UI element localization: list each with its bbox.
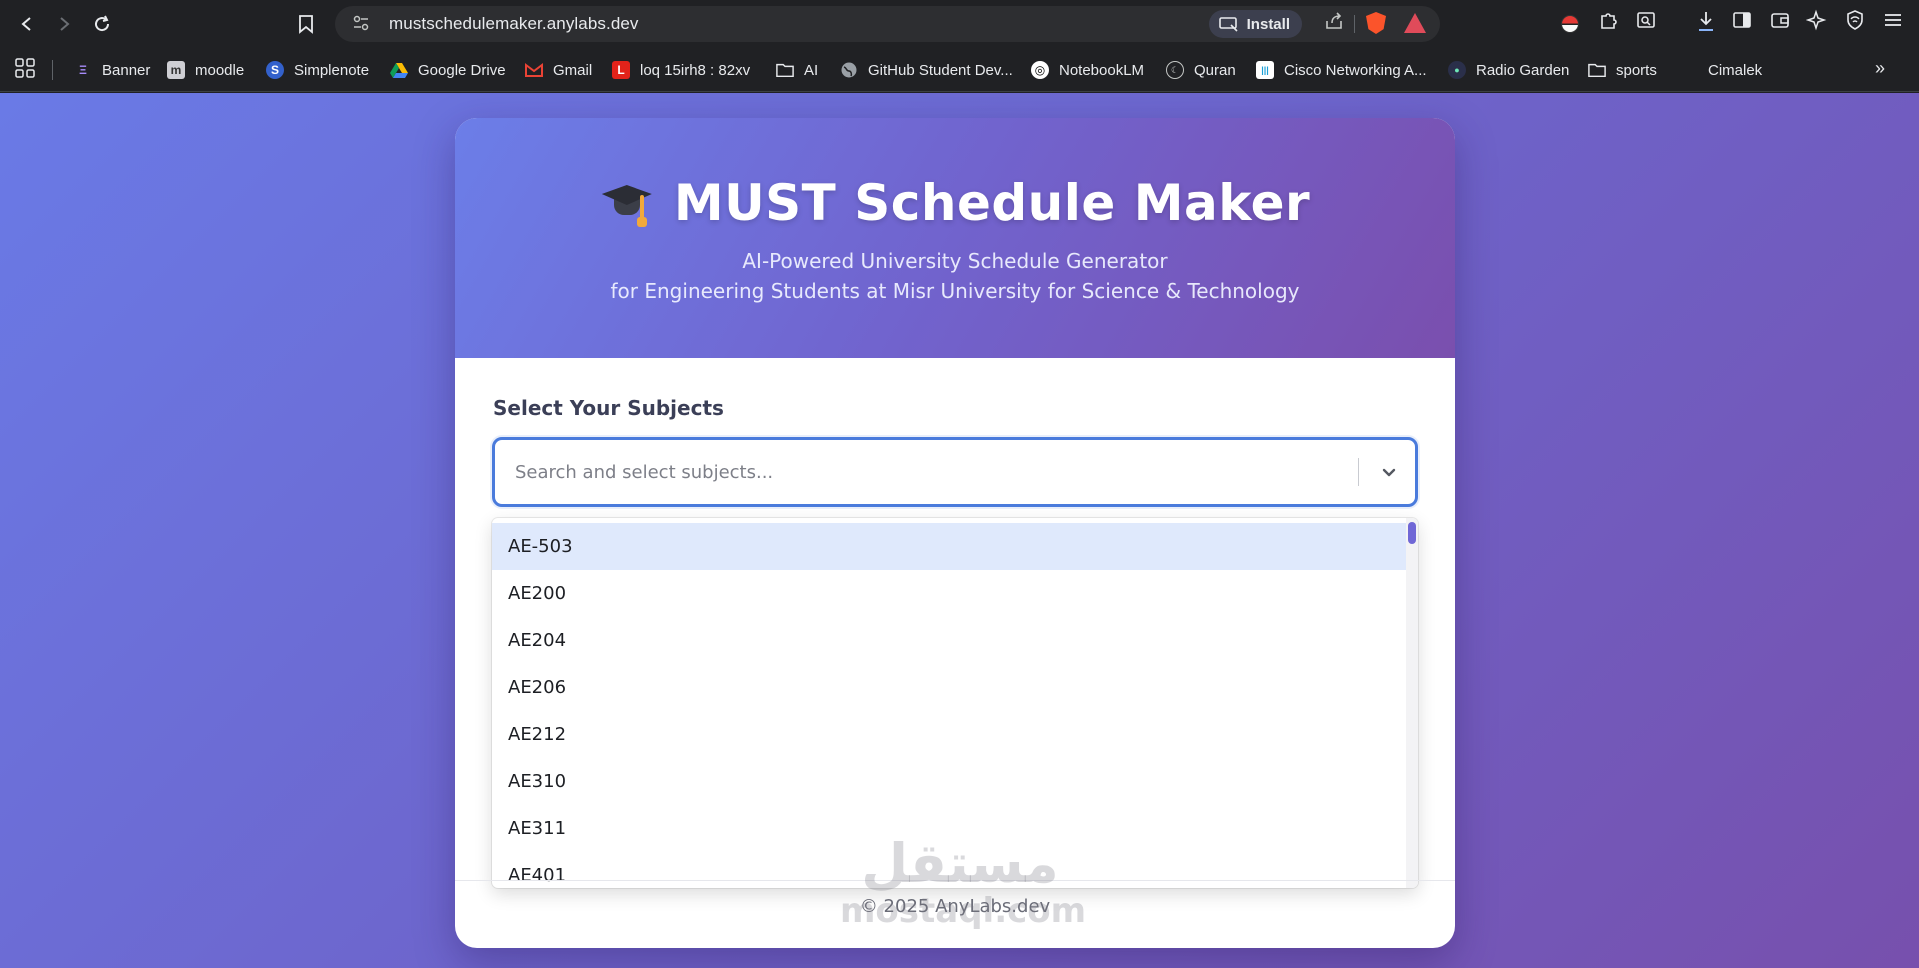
bookmarks-bar: Ξ Banner m moodle S Simplenote Google Dr…	[0, 48, 1919, 92]
subtitle-line-2: for Engineering Students at Misr Univers…	[610, 279, 1300, 303]
menu-icon[interactable]	[1879, 9, 1907, 37]
folder-icon	[776, 61, 794, 79]
main-card: MUST Schedule Maker AI-Powered Universit…	[455, 118, 1455, 948]
dropdown-scrollbar-thumb[interactable]	[1408, 522, 1416, 544]
brave-shields-icon[interactable]	[1366, 12, 1386, 34]
brave-rewards-icon[interactable]	[1404, 13, 1426, 33]
google-drive-icon	[390, 61, 408, 79]
bookmark-quran[interactable]: ☾ Quran	[1166, 58, 1236, 82]
subject-option[interactable]: AE200	[492, 570, 1406, 617]
hero-header: MUST Schedule Maker AI-Powered Universit…	[455, 118, 1455, 358]
bookmark-folder-sports[interactable]: sports	[1588, 58, 1657, 82]
gmail-icon	[525, 61, 543, 79]
folder-icon	[1588, 61, 1606, 79]
chevron-right-icon	[60, 17, 70, 31]
reload-button[interactable]	[84, 6, 120, 42]
reload-icon	[95, 15, 110, 32]
hero-title-row: MUST Schedule Maker	[455, 174, 1455, 232]
forward-button[interactable]	[46, 6, 82, 42]
bookmark-page-button[interactable]	[288, 6, 324, 42]
bookmark-notebooklm[interactable]: ◎ NotebookLM	[1031, 58, 1144, 82]
page-background: MUST Schedule Maker AI-Powered Universit…	[0, 93, 1919, 968]
bookmarks-overflow-chevron-icon[interactable]: »	[1875, 58, 1885, 79]
subjects-dropdown-menu: AE-503 AE200 AE204 AE206 AE212 AE310 AE3…	[492, 518, 1418, 888]
globe-icon	[840, 61, 858, 79]
page-title: MUST Schedule Maker	[673, 174, 1311, 232]
bookmark-cisco[interactable]: ||| Cisco Networking A...	[1256, 58, 1427, 82]
chevron-left-icon	[21, 17, 31, 31]
bookmark-icon	[299, 15, 313, 34]
bookmark-moodle[interactable]: m moodle	[167, 58, 244, 82]
install-label: Install	[1246, 15, 1290, 33]
quran-icon: ☾	[1166, 61, 1184, 79]
bookmark-radio-garden[interactable]: ● Radio Garden	[1448, 58, 1569, 82]
reader-mode-icon[interactable]	[1632, 9, 1660, 37]
subject-option[interactable]: AE206	[492, 664, 1406, 711]
leo-ai-icon[interactable]	[1803, 9, 1831, 37]
apps-grid-icon[interactable]	[14, 57, 38, 81]
notebooklm-icon: ◎	[1031, 61, 1049, 79]
back-button[interactable]	[9, 6, 45, 42]
install-app-button[interactable]: Install	[1208, 10, 1302, 38]
vpn-shield-icon[interactable]	[1841, 9, 1869, 37]
bookmark-lenovo[interactable]: L loq 15irh8 : 82xv	[612, 58, 750, 82]
select-indicator-separator	[1358, 458, 1359, 486]
bookmark-github-student[interactable]: GitHub Student Dev...	[840, 58, 1013, 82]
subject-option[interactable]: AE310	[492, 758, 1406, 805]
extensions-puzzle-icon[interactable]	[1595, 9, 1623, 37]
site-settings-icon[interactable]	[347, 15, 375, 34]
subjects-options-list: AE-503 AE200 AE204 AE206 AE212 AE310 AE3…	[492, 523, 1406, 888]
wallet-icon[interactable]	[1766, 9, 1794, 37]
simplenote-icon: S	[266, 61, 284, 79]
subject-option[interactable]: AE401	[492, 852, 1406, 888]
url-text: mustschedulemaker.anylabs.dev	[389, 14, 639, 33]
subject-option[interactable]: AE311	[492, 805, 1406, 852]
subjects-select[interactable]	[492, 437, 1418, 507]
lenovo-icon: L	[612, 61, 630, 79]
banner-icon: Ξ	[79, 63, 87, 77]
cisco-icon: |||	[1256, 61, 1274, 79]
bookmarks-divider	[52, 60, 53, 80]
radio-garden-icon: ●	[1448, 61, 1466, 79]
address-bar[interactable]: mustschedulemaker.anylabs.dev Install	[335, 6, 1440, 42]
browser-toolbar: mustschedulemaker.anylabs.dev Install	[0, 0, 1919, 48]
chevron-down-icon	[1382, 468, 1396, 477]
bookmark-google-drive[interactable]: Google Drive	[390, 58, 506, 82]
bookmark-gmail[interactable]: Gmail	[525, 58, 592, 82]
downloads-icon[interactable]	[1692, 9, 1720, 37]
share-icon	[1326, 12, 1342, 29]
subtitle-line-1: AI-Powered University Schedule Generator	[742, 249, 1168, 273]
pokeball-extension-icon[interactable]	[1561, 15, 1579, 33]
bookmark-cimalek[interactable]: Cimalek	[1708, 58, 1762, 82]
share-button[interactable]	[1324, 11, 1344, 36]
subject-option[interactable]: AE-503	[492, 523, 1406, 570]
subject-option[interactable]: AE204	[492, 617, 1406, 664]
bookmark-folder-ai[interactable]: AI	[776, 58, 818, 82]
sidebar-toggle-icon[interactable]	[1728, 9, 1756, 37]
dropdown-toggle[interactable]	[1376, 459, 1402, 485]
subjects-search-input[interactable]	[515, 440, 1335, 504]
bookmark-banner[interactable]: Ξ Banner	[74, 58, 150, 82]
graduation-cap-icon	[600, 177, 654, 229]
bookmark-simplenote[interactable]: S Simplenote	[266, 58, 369, 82]
subjects-label: Select Your Subjects	[493, 396, 724, 420]
moodle-icon: m	[167, 61, 185, 79]
subject-option[interactable]: AE212	[492, 711, 1406, 758]
install-icon	[1218, 17, 1238, 32]
dropdown-scrollbar[interactable]	[1406, 518, 1418, 888]
footer-divider	[455, 880, 1455, 881]
omnibox-divider	[1354, 15, 1355, 33]
footer-copyright: © 2025 AnyLabs.dev	[859, 896, 1051, 917]
